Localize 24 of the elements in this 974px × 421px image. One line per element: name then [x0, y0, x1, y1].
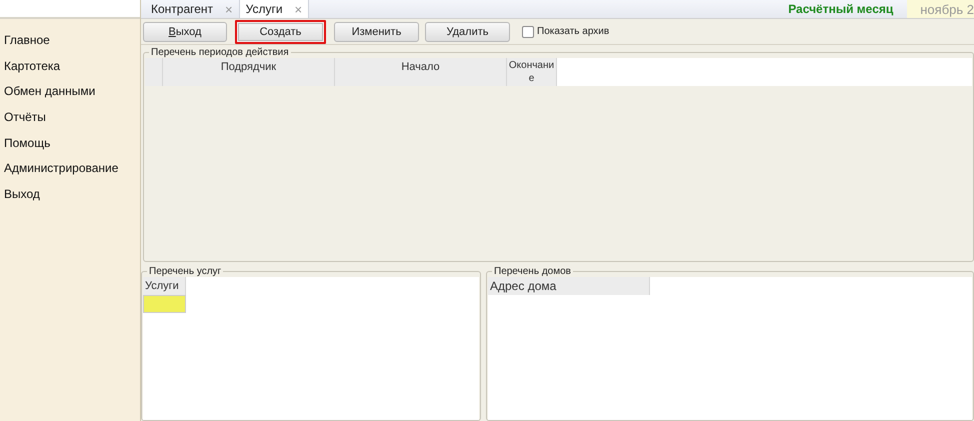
archive-checkbox[interactable]: Показать архив: [522, 26, 610, 38]
toolbar-button[interactable]: Изменить: [334, 22, 419, 42]
column-header[interactable]: Начало: [335, 58, 507, 86]
sidebar-item[interactable]: Выход: [0, 182, 140, 208]
sidebar-item[interactable]: Главное: [0, 28, 140, 54]
column-header[interactable]: Подрядчик: [163, 58, 335, 86]
sidebar-item[interactable]: Отчёты: [0, 105, 140, 131]
column-header[interactable]: Адрес дома: [488, 277, 650, 295]
sidebar-item[interactable]: Помощь: [0, 130, 140, 156]
column-header[interactable]: Окончание: [507, 58, 557, 86]
toolbar-button[interactable]: Удалить: [425, 22, 510, 42]
table-cell[interactable]: [143, 295, 186, 313]
row-header: [145, 58, 163, 86]
sidebar-item[interactable]: Обмен данными: [0, 79, 140, 106]
tab[interactable]: Услуги ×: [240, 0, 310, 18]
panel-title: Перечень домов: [493, 266, 572, 277]
toolbar-button[interactable]: Выход: [143, 22, 227, 42]
panel-title: Перечень периодов действия: [150, 47, 290, 58]
toolbar-button[interactable]: Создать: [235, 20, 326, 44]
sidebar-item[interactable]: Картотека: [0, 54, 140, 80]
panel-title: Перечень услуг: [148, 266, 222, 277]
column-header[interactable]: Услуги: [143, 277, 186, 295]
period-label: Расчётный месяц: [788, 2, 894, 16]
sidebar-item[interactable]: Администрирование: [0, 156, 140, 182]
